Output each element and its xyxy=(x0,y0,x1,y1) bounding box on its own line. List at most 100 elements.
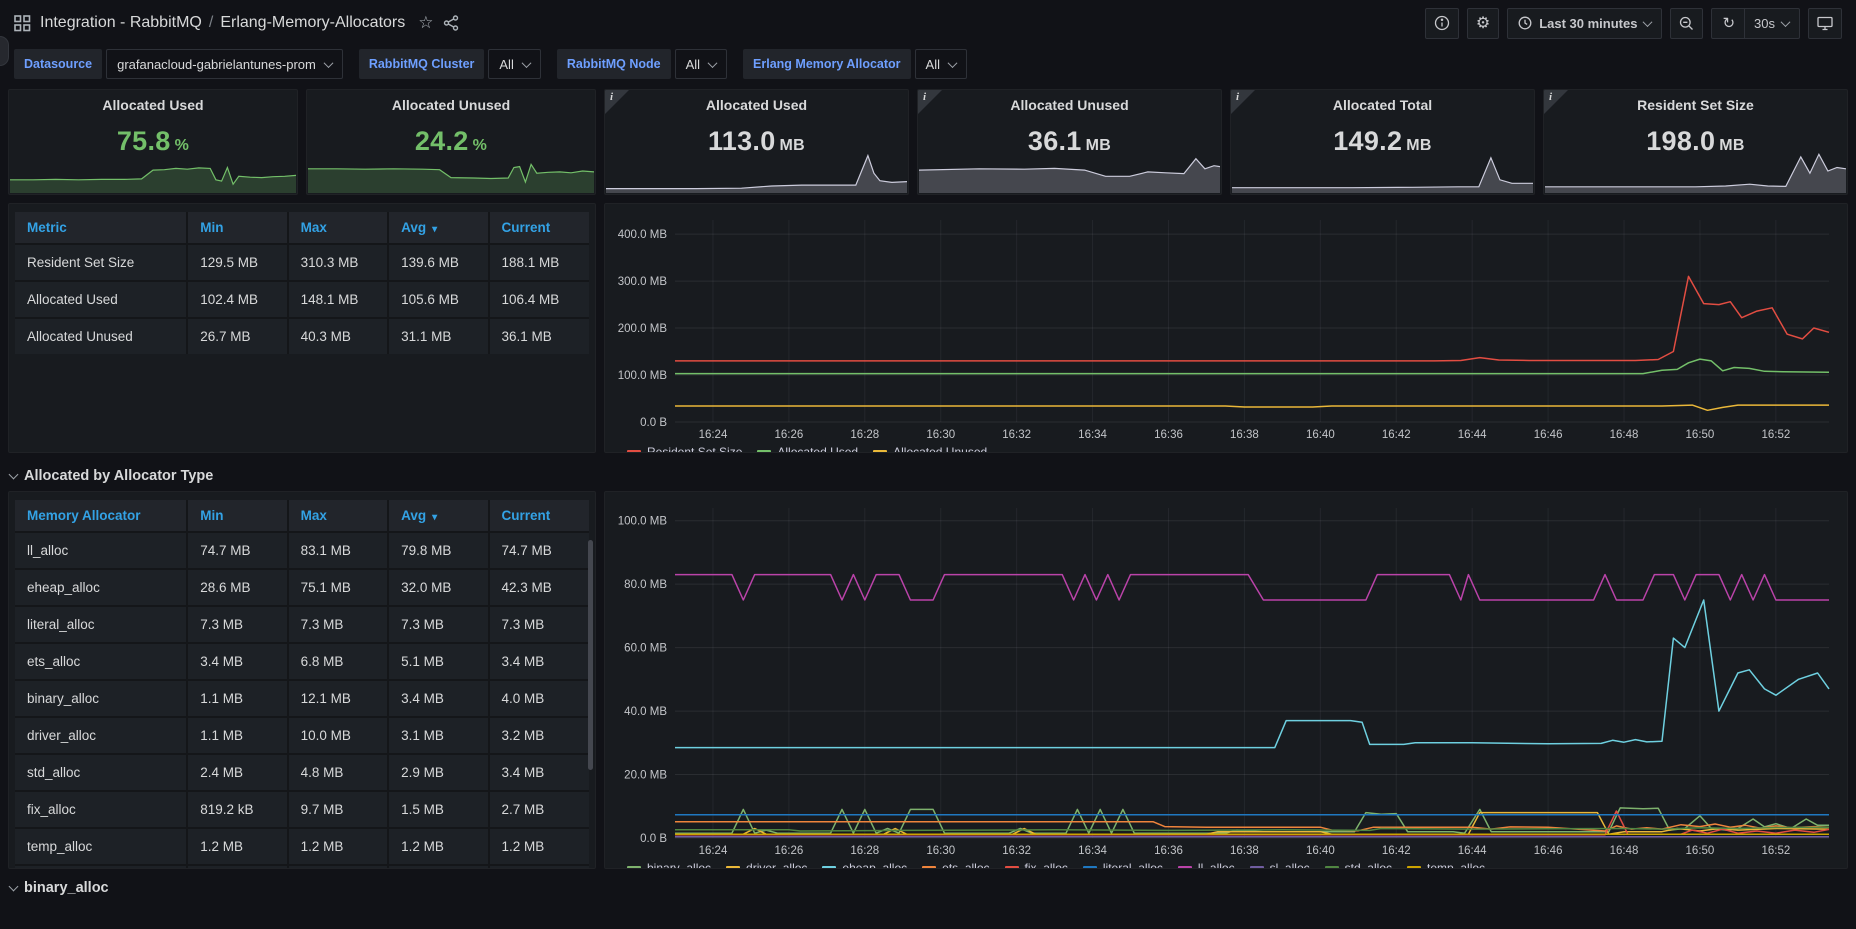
legend-label: driver_alloc xyxy=(746,861,807,869)
allocators-timeseries-panel: 16:2416:2616:2816:3016:3216:3416:3616:38… xyxy=(604,491,1848,869)
share-icon[interactable] xyxy=(443,15,459,31)
table-scrollbar[interactable] xyxy=(588,540,593,770)
memory-chart[interactable]: 16:2416:2616:2816:3016:3216:3416:3616:38… xyxy=(613,210,1839,444)
legend-item-temp_alloc[interactable]: temp_alloc xyxy=(1407,861,1485,869)
stat-panel-allocated-used-pct: Allocated Used 75.8% xyxy=(8,89,298,195)
legend-item-ets_alloc[interactable]: ets_alloc xyxy=(922,861,989,869)
cell: binary_alloc xyxy=(15,680,187,717)
column-header-current[interactable]: Current xyxy=(489,500,589,532)
legend-item-allocated-used[interactable]: Allocated Used xyxy=(757,445,858,453)
tv-mode-button[interactable] xyxy=(1808,8,1842,39)
svg-text:16:42: 16:42 xyxy=(1382,429,1411,441)
allocators-table-panel: Memory AllocatorMinMaxAvg▾Currentll_allo… xyxy=(8,491,596,869)
legend-item-binary_alloc[interactable]: binary_alloc xyxy=(627,861,711,869)
cell: 1.2 MB xyxy=(489,828,589,865)
time-range-picker[interactable]: Last 30 minutes xyxy=(1507,8,1662,39)
cell: literal_alloc xyxy=(15,606,187,643)
cell: 40.3 MB xyxy=(288,318,388,354)
breadcrumb-dashboard[interactable]: Erlang-Memory-Allocators xyxy=(220,14,405,32)
panel-info-corner[interactable] xyxy=(1544,90,1568,114)
cell: 294.9 kB xyxy=(187,865,287,869)
column-header-max[interactable]: Max xyxy=(288,212,388,244)
panel-info-corner[interactable] xyxy=(918,90,942,114)
variable-value-dropdown[interactable]: All xyxy=(675,49,727,79)
refresh-interval-label: 30s xyxy=(1754,16,1775,31)
column-header-memory-allocator[interactable]: Memory Allocator xyxy=(15,500,187,532)
column-header-min[interactable]: Min xyxy=(187,212,287,244)
legend-label: Resident Set Size xyxy=(647,445,742,453)
stat-value: 113.0 xyxy=(708,126,776,156)
legend-item-resident-set-size[interactable]: Resident Set Size xyxy=(627,445,742,453)
cell: 6.8 MB xyxy=(288,643,388,680)
column-header-max[interactable]: Max xyxy=(288,500,388,532)
cell: 3.4 MB xyxy=(187,643,287,680)
legend-item-fix_alloc[interactable]: fix_alloc xyxy=(1005,861,1068,869)
star-icon[interactable]: ☆ xyxy=(418,13,433,33)
cell: 1.2 MB xyxy=(187,828,287,865)
legend-item-ll_alloc[interactable]: ll_alloc xyxy=(1178,861,1235,869)
cell: 75.1 MB xyxy=(288,569,388,606)
cell: 102.4 MB xyxy=(187,281,287,318)
variable-value-dropdown[interactable]: All xyxy=(915,49,967,79)
panel-info-corner[interactable] xyxy=(1231,90,1255,114)
legend-label: temp_alloc xyxy=(1427,861,1485,869)
cell: 2.9 MB xyxy=(388,754,488,791)
allocators-chart[interactable]: 16:2416:2616:2816:3016:3216:3416:3616:38… xyxy=(613,498,1839,860)
column-header-current[interactable]: Current xyxy=(489,212,589,244)
stat-value: 75.8 xyxy=(117,126,171,156)
column-header-metric[interactable]: Metric xyxy=(15,212,187,244)
table-row: ets_alloc3.4 MB6.8 MB5.1 MB3.4 MB xyxy=(15,643,589,680)
legend-item-literal_alloc[interactable]: literal_alloc xyxy=(1083,861,1163,869)
breadcrumb-folder[interactable]: Integration - RabbitMQ xyxy=(40,14,202,32)
gear-icon: ⚙ xyxy=(1476,13,1490,33)
dashboard-info-button[interactable] xyxy=(1425,8,1459,39)
legend-item-sl_alloc[interactable]: sl_alloc xyxy=(1250,861,1310,869)
variable-value-dropdown[interactable]: grafanacloud-gabrielantunes-prom xyxy=(106,49,343,79)
section-header-binary-alloc[interactable]: binary_alloc xyxy=(8,869,1848,903)
svg-text:16:38: 16:38 xyxy=(1230,429,1259,441)
column-header-avg[interactable]: Avg▾ xyxy=(388,212,488,244)
svg-text:16:50: 16:50 xyxy=(1686,845,1715,857)
cell: std_alloc xyxy=(15,754,187,791)
svg-text:100.0 MB: 100.0 MB xyxy=(618,370,668,382)
cell: 3.1 MB xyxy=(388,717,488,754)
table-row: literal_alloc7.3 MB7.3 MB7.3 MB7.3 MB xyxy=(15,606,589,643)
info-icon: i xyxy=(1549,91,1552,103)
legend-item-std_alloc[interactable]: std_alloc xyxy=(1325,861,1392,869)
dashboard-settings-button[interactable]: ⚙ xyxy=(1467,8,1499,39)
cell: 139.6 MB xyxy=(388,244,488,281)
cell: 1.1 MB xyxy=(187,717,287,754)
cell: Allocated Used xyxy=(15,281,187,318)
cell: 2.7 MB xyxy=(489,791,589,828)
column-header-min[interactable]: Min xyxy=(187,500,287,532)
chevron-down-icon xyxy=(948,58,958,68)
sidebar-toggle-handle[interactable] xyxy=(0,36,9,66)
zoom-out-button[interactable] xyxy=(1670,8,1703,39)
variable-label: Erlang Memory Allocator xyxy=(743,49,911,79)
table-row: fix_alloc819.2 kB9.7 MB1.5 MB2.7 MB xyxy=(15,791,589,828)
legend-item-eheap_alloc[interactable]: eheap_alloc xyxy=(822,861,907,869)
column-header-avg[interactable]: Avg▾ xyxy=(388,500,488,532)
stat-panel-allocated-unused-pct: Allocated Unused 24.2% xyxy=(306,89,596,195)
cell: 310.3 MB xyxy=(288,244,388,281)
svg-text:100.0 MB: 100.0 MB xyxy=(618,516,668,528)
panel-info-corner[interactable] xyxy=(605,90,629,114)
legend-label: ets_alloc xyxy=(942,861,989,869)
legend-item-driver_alloc[interactable]: driver_alloc xyxy=(726,861,807,869)
chevron-down-icon xyxy=(708,58,718,68)
legend-swatch-icon xyxy=(1250,866,1264,869)
cell: 12.1 MB xyxy=(288,680,388,717)
cell: Allocated Unused xyxy=(15,318,187,354)
svg-text:16:30: 16:30 xyxy=(926,845,955,857)
cell: 1.2 MB xyxy=(388,828,488,865)
variable-value-dropdown[interactable]: All xyxy=(488,49,540,79)
cell: 32.0 MB xyxy=(388,569,488,606)
table-row: sl_alloc294.9 kB294.9 kB294.9 kB294.9 kB xyxy=(15,865,589,869)
cell: 74.7 MB xyxy=(187,532,287,569)
dashboards-grid-icon[interactable] xyxy=(14,15,31,32)
legend-item-allocated-unused[interactable]: Allocated Unused xyxy=(873,445,987,453)
refresh-picker[interactable]: ↻ 30s xyxy=(1711,8,1800,39)
section-header-allocated-by-allocator-type[interactable]: Allocated by Allocator Type xyxy=(8,457,1848,491)
panel-title: Allocated Total xyxy=(1333,97,1432,113)
chevron-down-icon xyxy=(521,58,531,68)
